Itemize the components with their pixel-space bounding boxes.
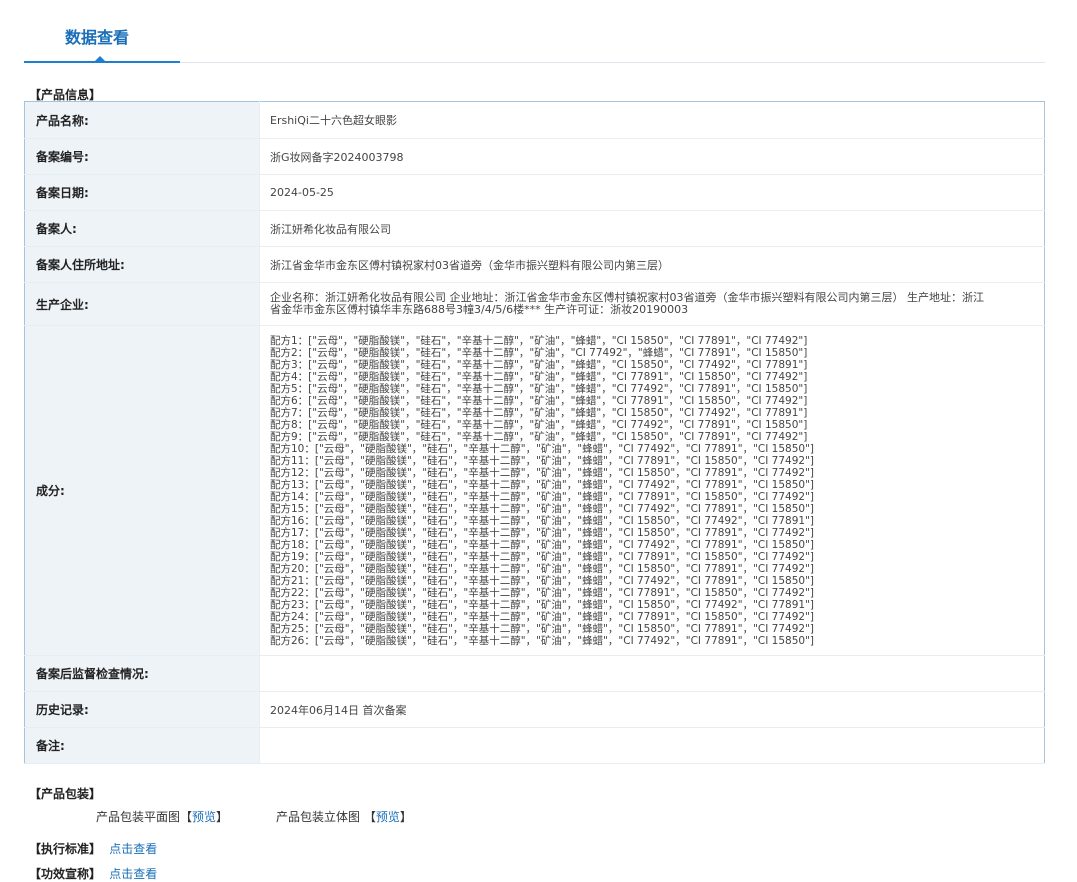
formula-line: 配方4：["云母"，"硬脂酸镁"，"硅石"，"辛基十二醇"，"矿油"，"蜂蜡"，… <box>270 370 808 383</box>
address-value: 浙江省金华市金东区傅村镇祝家村03省道旁（金华市振兴塑料有限公司内第三层） <box>259 246 1045 283</box>
product-name-label: 产品名称: <box>24 101 260 139</box>
packaging-solid-row: 产品包装立体图 【预览】 <box>276 808 412 825</box>
table-row: 备案人住所地址: 浙江省金华市金东区傅村镇祝家村03省道旁（金华市振兴塑料有限公… <box>24 246 1045 283</box>
bracket-close: 】 <box>216 810 229 824</box>
table-row: 备案后监督检查情况: <box>24 655 1045 692</box>
table-row: 备案日期: 2024-05-25 <box>24 174 1045 211</box>
table-row: 备案编号: 浙G妆网备字2024003798 <box>24 138 1045 175</box>
table-row: 备案人: 浙江妍希化妆品有限公司 <box>24 210 1045 247</box>
tab-bar: 数据查看 <box>24 0 1045 63</box>
formula-line: 配方18：["云母"，"硬脂酸镁"，"硅石"，"辛基十二醇"，"矿油"，"蜂蜡"… <box>270 538 814 551</box>
formula-line: 配方17：["云母"，"硬脂酸镁"，"硅石"，"辛基十二醇"，"矿油"，"蜂蜡"… <box>270 526 814 539</box>
formula-line: 配方21：["云母"，"硬脂酸镁"，"硅石"，"辛基十二醇"，"矿油"，"蜂蜡"… <box>270 574 814 587</box>
formula-line: 配方8：["云母"，"硬脂酸镁"，"硅石"，"辛基十二醇"，"矿油"，"蜂蜡"，… <box>270 418 808 431</box>
bracket-close: 】 <box>399 810 412 824</box>
bracket-open: 【 <box>363 810 376 824</box>
ingredients-label: 成分: <box>24 325 260 656</box>
standard-heading: 【执行标准】 <box>29 842 102 856</box>
packaging-flat-preview-link[interactable]: 预览 <box>192 810 216 824</box>
formula-line: 配方10：["云母"，"硬脂酸镁"，"硅石"，"辛基十二醇"，"矿油"，"蜂蜡"… <box>270 442 814 455</box>
history-value: 2024年06月14日 首次备案 <box>259 691 1045 728</box>
reg-no-value: 浙G妆网备字2024003798 <box>259 138 1045 175</box>
efficacy-row: 【功效宣称】 点击查看 <box>29 865 157 882</box>
remark-label: 备注: <box>24 727 260 764</box>
product-info-table: 产品名称: ErshiQi二十六色超女眼影 备案编号: 浙G妆网备字202400… <box>24 101 1045 764</box>
efficacy-heading: 【功效宣称】 <box>29 867 102 881</box>
formula-line: 配方26：["云母"，"硬脂酸镁"，"硅石"，"辛基十二醇"，"矿油"，"蜂蜡"… <box>270 634 814 647</box>
supervision-value <box>259 655 1045 692</box>
table-row: 备注: <box>24 727 1045 764</box>
formula-line: 配方2：["云母"，"硬脂酸镁"，"硅石"，"辛基十二醇"，"矿油"，"CI 7… <box>270 346 808 359</box>
formula-line: 配方22：["云母"，"硬脂酸镁"，"硅石"，"辛基十二醇"，"矿油"，"蜂蜡"… <box>270 586 814 599</box>
packaging-flat-label: 产品包装平面图 <box>96 810 181 824</box>
reg-date-value: 2024-05-25 <box>259 174 1045 211</box>
packaging-flat-row: 产品包装平面图【预览】 <box>96 808 228 825</box>
tab-data-view-label: 数据查看 <box>65 28 130 47</box>
formula-line: 配方16：["云母"，"硬脂酸镁"，"硅石"，"辛基十二醇"，"矿油"，"蜂蜡"… <box>270 514 814 527</box>
registrant-label: 备案人: <box>24 210 260 247</box>
reg-no-label: 备案编号: <box>24 138 260 175</box>
tab-data-view[interactable]: 数据查看 <box>24 0 180 63</box>
table-row: 产品名称: ErshiQi二十六色超女眼影 <box>24 101 1045 139</box>
formula-line: 配方13：["云母"，"硬脂酸镁"，"硅石"，"辛基十二醇"，"矿油"，"蜂蜡"… <box>270 478 814 491</box>
product-name-value: ErshiQi二十六色超女眼影 <box>259 101 1045 139</box>
formula-line: 配方14：["云母"，"硬脂酸镁"，"硅石"，"辛基十二醇"，"矿油"，"蜂蜡"… <box>270 490 814 503</box>
manufacturer-label: 生产企业: <box>24 282 260 326</box>
efficacy-view-link[interactable]: 点击查看 <box>109 867 157 881</box>
table-row: 历史记录: 2024年06月14日 首次备案 <box>24 691 1045 728</box>
formula-line: 配方6：["云母"，"硬脂酸镁"，"硅石"，"辛基十二醇"，"矿油"，"蜂蜡"，… <box>270 394 808 407</box>
formula-list: 配方1：["云母"，"硬脂酸镁"，"硅石"，"辛基十二醇"，"矿油"，"蜂蜡"，… <box>270 335 1044 647</box>
table-row: 成分: 配方1：["云母"，"硬脂酸镁"，"硅石"，"辛基十二醇"，"矿油"，"… <box>24 325 1045 656</box>
formula-line: 配方23：["云母"，"硬脂酸镁"，"硅石"，"辛基十二醇"，"矿油"，"蜂蜡"… <box>270 598 814 611</box>
formula-line: 配方25：["云母"，"硬脂酸镁"，"硅石"，"辛基十二醇"，"矿油"，"蜂蜡"… <box>270 622 814 635</box>
bracket-open: 【 <box>180 810 193 824</box>
registrant-value: 浙江妍希化妆品有限公司 <box>259 210 1045 247</box>
formula-line: 配方19：["云母"，"硬脂酸镁"，"硅石"，"辛基十二醇"，"矿油"，"蜂蜡"… <box>270 550 814 563</box>
formula-line: 配方24：["云母"，"硬脂酸镁"，"硅石"，"辛基十二醇"，"矿油"，"蜂蜡"… <box>270 610 814 623</box>
formula-line: 配方1：["云母"，"硬脂酸镁"，"硅石"，"辛基十二醇"，"矿油"，"蜂蜡"，… <box>270 334 808 347</box>
supervision-label: 备案后监督检查情况: <box>24 655 260 692</box>
formula-line: 配方5：["云母"，"硬脂酸镁"，"硅石"，"辛基十二醇"，"矿油"，"蜂蜡"，… <box>270 382 808 395</box>
standard-view-link[interactable]: 点击查看 <box>109 842 157 856</box>
address-label: 备案人住所地址: <box>24 246 260 283</box>
history-label: 历史记录: <box>24 691 260 728</box>
formula-line: 配方11：["云母"，"硬脂酸镁"，"硅石"，"辛基十二醇"，"矿油"，"蜂蜡"… <box>270 454 814 467</box>
packaging-solid-preview-link[interactable]: 预览 <box>376 810 400 824</box>
formula-line: 配方3：["云母"，"硬脂酸镁"，"硅石"，"辛基十二醇"，"矿油"，"蜂蜡"，… <box>270 358 808 371</box>
formula-line: 配方15：["云母"，"硬脂酸镁"，"硅石"，"辛基十二醇"，"矿油"，"蜂蜡"… <box>270 502 814 515</box>
formula-line: 配方12：["云母"，"硬脂酸镁"，"硅石"，"辛基十二醇"，"矿油"，"蜂蜡"… <box>270 466 814 479</box>
formula-line: 配方9：["云母"，"硬脂酸镁"，"硅石"，"辛基十二醇"，"矿油"，"蜂蜡"，… <box>270 430 808 443</box>
packaging-solid-label: 产品包装立体图 <box>276 810 361 824</box>
standard-row: 【执行标准】 点击查看 <box>29 840 157 857</box>
active-tab-caret-icon <box>94 56 106 62</box>
formula-line: 配方20：["云母"，"硬脂酸镁"，"硅石"，"辛基十二醇"，"矿油"，"蜂蜡"… <box>270 562 814 575</box>
manufacturer-value: 企业名称：浙江妍希化妆品有限公司 企业地址：浙江省金华市金东区傅村镇祝家村03省… <box>259 282 1045 326</box>
remark-value <box>259 727 1045 764</box>
reg-date-label: 备案日期: <box>24 174 260 211</box>
formula-line: 配方7：["云母"，"硬脂酸镁"，"硅石"，"辛基十二醇"，"矿油"，"蜂蜡"，… <box>270 406 808 419</box>
ingredients-value: 配方1：["云母"，"硬脂酸镁"，"硅石"，"辛基十二醇"，"矿油"，"蜂蜡"，… <box>259 325 1045 656</box>
table-row: 生产企业: 企业名称：浙江妍希化妆品有限公司 企业地址：浙江省金华市金东区傅村镇… <box>24 282 1045 326</box>
packaging-heading: 【产品包装】 <box>29 787 102 801</box>
